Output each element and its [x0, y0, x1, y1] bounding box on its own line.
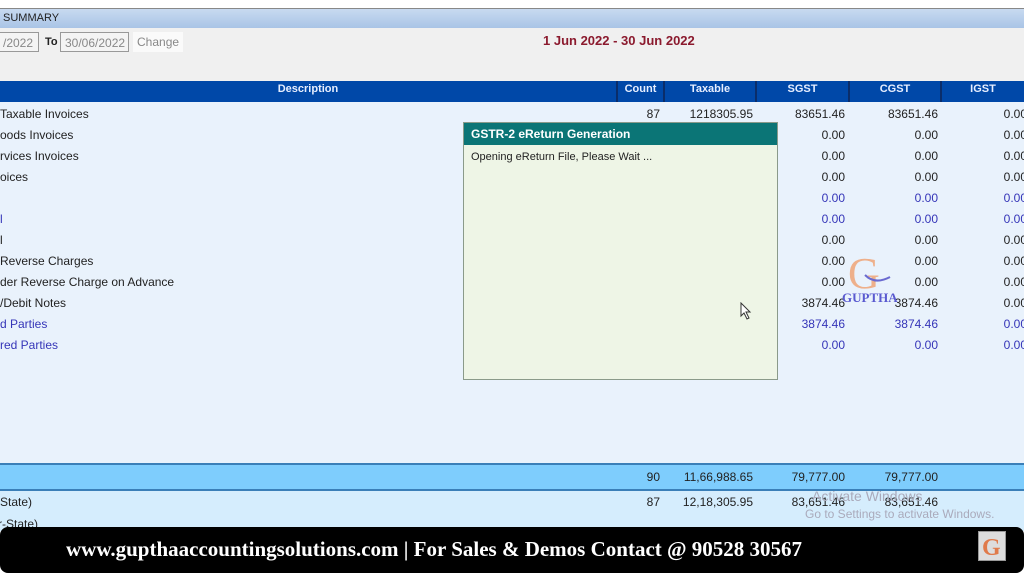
cell-cgst: 83651.46 — [887, 107, 938, 121]
col-cgst: CGST — [848, 81, 940, 102]
dialog-message: Opening eReturn File, Please Wait ... — [471, 151, 653, 163]
promo-banner: www.gupthaaccountingsolutions.com | For … — [0, 527, 1024, 573]
cell-igst: 0.00 — [1003, 149, 1024, 163]
cell-cgst: 0.00 — [914, 233, 938, 247]
row-count: 87 — [646, 495, 660, 509]
svg-text:GUPTHA: GUPTHA — [842, 290, 898, 305]
from-date-field[interactable]: /2022 — [0, 32, 39, 52]
cell-cgst: 0.00 — [914, 191, 938, 205]
summary-lower: State) 87 12,18,305.95 83,651.46 83,651.… — [0, 488, 1024, 531]
cell-cgst: 0.00 — [914, 338, 938, 352]
cell-taxable: 1218305.95 — [689, 107, 753, 121]
ereturn-dialog: GSTR-2 eReturn Generation Opening eRetur… — [463, 122, 778, 380]
total-count: 90 — [646, 470, 660, 484]
period-display: 1 Jun 2022 - 30 Jun 2022 — [543, 33, 695, 48]
to-date-field[interactable]: 30/06/2022 — [60, 32, 129, 52]
cell-igst: 0.00 — [1003, 128, 1024, 142]
row-taxable: 12,18,305.95 — [682, 495, 753, 509]
change-button[interactable]: Change — [133, 32, 184, 52]
col-count: Count — [616, 81, 663, 102]
to-label: To — [45, 36, 58, 48]
cell-igst: 0.00 — [1003, 191, 1024, 205]
svg-text:G: G — [982, 535, 1001, 560]
cell-count: 87 — [646, 107, 660, 121]
cell-igst: 0.00 — [1003, 338, 1024, 352]
row-description: State) — [0, 495, 33, 509]
window-title: SUMMARY — [3, 12, 60, 24]
period-bar: /2022 To 30/06/2022 Change 1 Jun 2022 - … — [0, 28, 1024, 81]
total-sgst: 79,777.00 — [791, 470, 845, 484]
cell-sgst: 83651.46 — [794, 107, 845, 121]
dialog-title: GSTR-2 eReturn Generation — [464, 123, 777, 145]
cell-cgst: 0.00 — [914, 170, 938, 184]
banner-text: www.gupthaaccountingsolutions.com | For … — [66, 537, 803, 561]
cell-cgst: 0.00 — [914, 149, 938, 163]
cell-cgst: 0.00 — [914, 128, 938, 142]
col-taxable: Taxable — [663, 81, 755, 102]
cell-igst: 0.00 — [1003, 212, 1024, 226]
guptha-watermark-logo: G GUPTHA — [840, 249, 905, 310]
col-sgst: SGST — [755, 81, 848, 102]
total-taxable: 11,66,988.65 — [683, 470, 753, 484]
activate-windows-hint: Go to Settings to activate Windows. — [805, 507, 995, 521]
window-title-bar: SUMMARY — [0, 8, 1024, 28]
cell-igst: 0.00 — [1003, 317, 1024, 331]
cell-cgst: 0.00 — [914, 212, 938, 226]
total-row: 90 11,66,988.65 79,777.00 79,777.00 — [0, 463, 1024, 491]
mouse-cursor-icon — [740, 302, 752, 320]
guptha-logo-icon: G — [978, 531, 1006, 561]
col-description: Description — [277, 83, 339, 95]
cell-igst: 0.00 — [1003, 254, 1024, 268]
total-cgst: 79,777.00 — [884, 470, 938, 484]
cell-igst: 0.00 — [1003, 170, 1024, 184]
cell-desc: Taxable Invoices — [0, 107, 89, 121]
table-header: Description Count Taxable SGST CGST IGST — [0, 81, 1024, 102]
cell-igst: 0.00 — [1003, 107, 1024, 121]
cell-igst: 0.00 — [1003, 275, 1024, 289]
cell-igst: 0.00 — [1003, 233, 1024, 247]
cell-cgst: 3874.46 — [894, 317, 938, 331]
col-igst: IGST — [940, 81, 1024, 102]
activate-windows-title: Activate Windows — [812, 488, 923, 504]
cell-igst: 0.00 — [1003, 296, 1024, 310]
